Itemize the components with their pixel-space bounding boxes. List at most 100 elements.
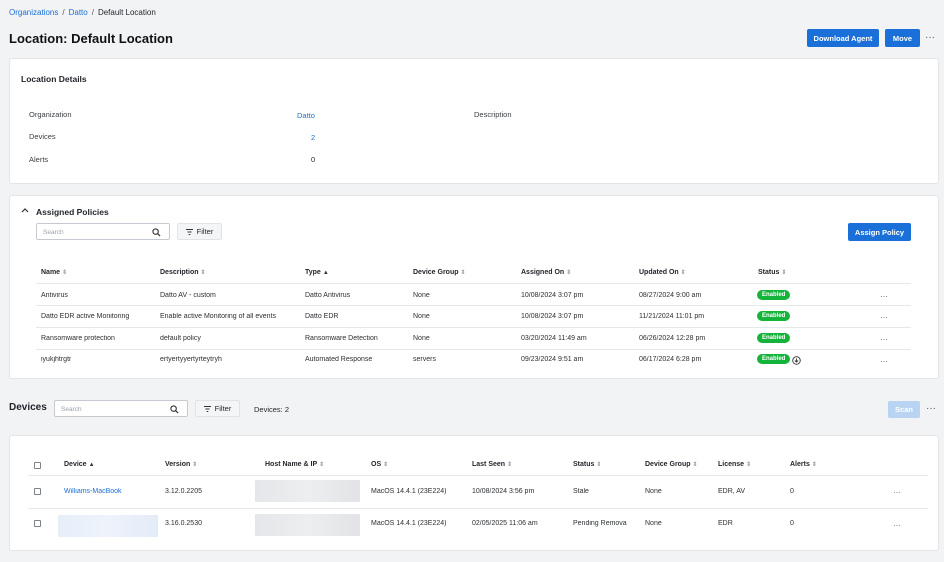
policy-type: Automated Response	[305, 356, 373, 363]
policy-name: Antivirus	[41, 292, 68, 299]
sort-icon: ⇕	[680, 270, 686, 276]
devices-search-input[interactable]: Search	[54, 400, 188, 417]
col-device-header[interactable]: Device ▲	[64, 461, 95, 468]
col-name-header[interactable]: Name ⇕	[41, 269, 67, 276]
policy-assigned: 09/23/2024 9:51 am	[521, 356, 584, 363]
policy-description: Enable active Monitoring of all events	[160, 313, 276, 320]
policy-description: Datto AV - custom	[160, 292, 216, 299]
chevron-up-icon[interactable]	[21, 207, 29, 213]
col-os-header[interactable]: OS ⇕	[371, 461, 388, 468]
device-version: 3.16.0.2530	[165, 520, 202, 527]
description-label: Description	[474, 110, 512, 119]
breadcrumb-separator: /	[62, 8, 65, 17]
row-checkbox[interactable]	[34, 520, 41, 527]
policy-type: Ransomware Detection	[305, 335, 378, 342]
row-more-icon[interactable]: ···	[880, 314, 888, 322]
sort-icon: ⇕	[596, 462, 602, 468]
divider	[36, 283, 911, 284]
policy-type: Datto Antivirus	[305, 292, 351, 299]
policy-name: iyukjhtrgtr	[41, 356, 72, 363]
policy-assigned: 10/08/2024 3:07 pm	[521, 313, 584, 320]
col-updated-on-header[interactable]: Updated On ⇕	[639, 269, 686, 276]
sort-icon: ⇕	[507, 462, 513, 468]
location-details-title: Location Details	[21, 74, 87, 84]
policy-updated: 06/26/2024 12:28 pm	[639, 335, 706, 342]
policy-group: None	[413, 335, 430, 342]
search-icon[interactable]	[170, 405, 179, 414]
assign-policy-button[interactable]: Assign Policy	[848, 223, 911, 241]
policies-search-placeholder: Search	[43, 229, 64, 236]
filter-icon	[203, 405, 211, 412]
col-type-header[interactable]: Type ▲	[305, 269, 329, 276]
redacted-device-name[interactable]	[58, 515, 158, 537]
devices-card: Device ▲ Version ⇕ Host Name & IP ⇕ OS ⇕ Las…	[9, 435, 939, 551]
sort-asc-icon: ▲	[322, 270, 329, 276]
policy-group: None	[413, 292, 430, 299]
device-version: 3.12.0.2205	[165, 488, 202, 495]
col-status-header[interactable]: Status ⇕	[573, 461, 601, 468]
policy-group: servers	[413, 356, 436, 363]
move-button[interactable]: Move	[885, 29, 920, 47]
search-icon[interactable]	[152, 228, 161, 237]
row-more-icon[interactable]: ···	[893, 522, 901, 530]
breadcrumb-current: Default Location	[97, 8, 156, 17]
policy-updated: 08/27/2024 9:00 am	[639, 292, 702, 299]
sort-asc-icon: ▲	[88, 462, 95, 468]
download-agent-button[interactable]: Download Agent	[807, 29, 879, 47]
col-license-header[interactable]: License ⇕	[718, 461, 751, 468]
breadcrumb-separator: /	[91, 8, 94, 17]
devices-title: Devices	[9, 402, 47, 413]
row-more-icon[interactable]: ···	[880, 358, 888, 366]
location-details-card: Location Details Organization Datto Devi…	[9, 58, 939, 184]
col-hostname-header[interactable]: Host Name & IP ⇕	[265, 461, 324, 468]
organization-link[interactable]: Datto	[297, 111, 315, 120]
col-device-group-header[interactable]: Device Group ⇕	[413, 269, 466, 276]
row-more-icon[interactable]: ···	[880, 336, 888, 344]
status-badge: Enabled	[757, 311, 791, 321]
select-all-checkbox[interactable]	[34, 462, 41, 469]
policy-updated: 06/17/2024 6:28 pm	[639, 356, 702, 363]
row-more-icon[interactable]: ···	[893, 489, 901, 497]
scan-button[interactable]: Scan	[888, 401, 920, 418]
breadcrumb-organizations[interactable]: Organizations	[9, 8, 58, 17]
policies-search-input[interactable]: Search	[36, 223, 170, 240]
col-status-header[interactable]: Status ⇕	[758, 269, 786, 276]
col-alerts-header[interactable]: Alerts ⇕	[790, 461, 817, 468]
policy-updated: 11/21/2024 11:01 pm	[639, 313, 705, 320]
policies-filter-button[interactable]: Filter	[177, 223, 222, 240]
assigned-policies-card: Assigned Policies Search Filter Assign P…	[9, 195, 939, 379]
col-description-header[interactable]: Description ⇕	[160, 269, 206, 276]
filter-icon	[185, 228, 193, 235]
device-alerts: 0	[790, 520, 794, 527]
policy-name: Ransomware protection	[41, 335, 115, 342]
filter-label: Filter	[196, 227, 214, 236]
breadcrumb-datto[interactable]: Datto	[69, 8, 88, 17]
col-assigned-on-header[interactable]: Assigned On ⇕	[521, 269, 571, 276]
devices-more-icon[interactable]: ···	[926, 404, 936, 414]
alerts-count: 0	[311, 155, 316, 164]
devices-filter-button[interactable]: Filter	[195, 400, 240, 417]
policy-description: default policy	[160, 335, 201, 342]
sort-icon: ⇕	[692, 462, 698, 468]
status-badge: Enabled	[757, 290, 791, 300]
sort-icon: ⇕	[811, 462, 817, 468]
devices-count-link[interactable]: 2	[311, 133, 315, 142]
sort-icon: ⇕	[460, 270, 466, 276]
status-badge: Enabled	[757, 333, 791, 343]
col-last-seen-header[interactable]: Last Seen ⇕	[472, 461, 512, 468]
sort-icon: ⇕	[746, 462, 752, 468]
row-more-icon[interactable]: ···	[880, 293, 888, 301]
device-license: EDR, AV	[718, 488, 746, 495]
device-group: None	[645, 520, 662, 527]
more-actions-icon[interactable]: ···	[925, 33, 935, 43]
sort-icon: ⇕	[566, 270, 572, 276]
download-circle-icon[interactable]	[792, 356, 801, 365]
alerts-label: Alerts	[29, 155, 49, 164]
row-checkbox[interactable]	[34, 488, 41, 495]
device-link[interactable]: Williams-MacBook	[64, 488, 122, 495]
filter-label: Filter	[214, 404, 232, 413]
col-version-header[interactable]: Version ⇕	[165, 461, 197, 468]
col-device-group-header[interactable]: Device Group ⇕	[645, 461, 698, 468]
device-group: None	[645, 488, 662, 495]
divider	[28, 508, 928, 509]
